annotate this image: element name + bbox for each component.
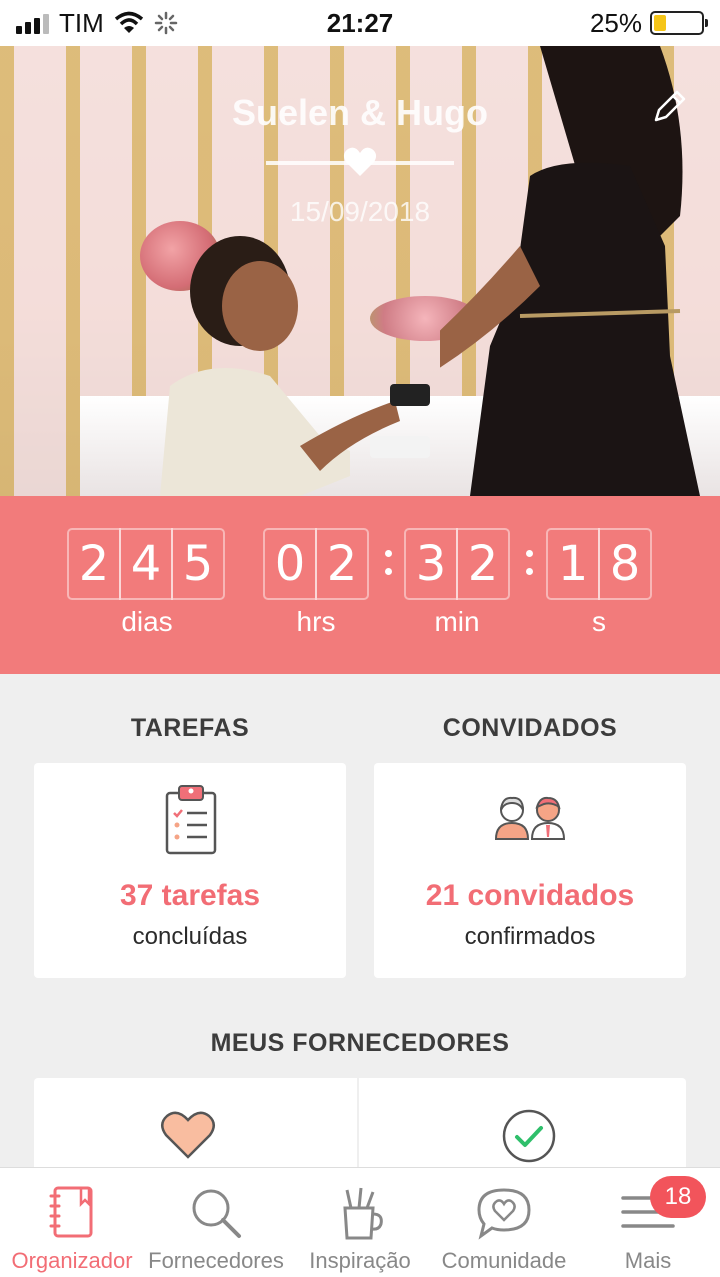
tab-label: Organizador <box>11 1248 133 1273</box>
seconds-label: s <box>592 606 606 637</box>
heart-icon <box>161 1111 215 1159</box>
vendors-heading: MEUS FORNECEDORES <box>210 1029 510 1057</box>
tab-organizador[interactable]: Organizador <box>0 1168 144 1277</box>
tab-label: Fornecedores <box>148 1248 284 1273</box>
tab-label: Comunidade <box>441 1248 567 1273</box>
countdown-digit: 2 <box>456 528 510 600</box>
countdown-panel: 2 4 5 0 2 3 2 1 8 dias hrs min s <box>0 496 720 674</box>
guests-card[interactable]: 21 convidados confirmados <box>374 763 686 978</box>
days-label: dias <box>121 606 173 637</box>
status-left: TIM <box>16 8 178 39</box>
tab-label: Mais <box>624 1248 672 1273</box>
status-right: 25% <box>589 7 708 39</box>
tasks-card[interactable]: 37 tarefas concluídas <box>34 763 346 978</box>
check-circle-icon <box>502 1109 556 1163</box>
tab-label: Inspiração <box>309 1248 411 1273</box>
bottom-tab-bar: Organizador Fornecedores Inspiração Comu… <box>0 1167 720 1277</box>
couple-guests-icon <box>494 796 566 840</box>
tab-mais[interactable]: 18 Mais <box>576 1168 720 1277</box>
wifi-icon <box>114 11 143 33</box>
clipboard-checklist-icon <box>165 785 217 855</box>
tasks-count: 37 tarefas <box>119 879 261 912</box>
guests-subtext: confirmados <box>464 923 596 950</box>
notebook-icon <box>49 1186 93 1238</box>
countdown-digit: 5 <box>171 528 225 600</box>
countdown-digit: 2 <box>315 528 369 600</box>
battery-icon <box>650 11 708 35</box>
chat-heart-icon <box>477 1188 531 1240</box>
hero-photo: Suelen & Hugo 15/09/2018 <box>0 46 720 496</box>
countdown-minutes: 3 2 <box>404 528 510 600</box>
couple-names: Suelen & Hugo <box>231 92 488 133</box>
tab-fornecedores[interactable]: Fornecedores <box>144 1168 288 1277</box>
carrier-name: TIM <box>59 7 104 38</box>
brush-cup-icon <box>343 1187 383 1240</box>
colon-separator <box>524 542 534 582</box>
pencil-icon[interactable] <box>650 88 688 126</box>
tab-comunidade[interactable]: Comunidade <box>432 1168 576 1277</box>
vendor-card-hired[interactable] <box>359 1078 686 1178</box>
countdown-digit: 0 <box>263 528 317 600</box>
countdown-digit: 8 <box>598 528 652 600</box>
countdown-digit: 1 <box>546 528 600 600</box>
kneeling-man-figure <box>160 236 430 496</box>
guests-count: 21 convidados <box>425 879 635 912</box>
status-bar: TIM 21:27 25% <box>0 0 720 46</box>
tasks-heading: TAREFAS <box>130 714 250 742</box>
countdown-digit: 4 <box>119 528 173 600</box>
countdown-days: 2 4 5 <box>67 528 225 600</box>
battery-percent: 25% <box>589 7 642 38</box>
heart-icon <box>343 147 377 176</box>
vendor-card-favorites[interactable] <box>34 1078 357 1178</box>
countdown-seconds: 1 8 <box>546 528 652 600</box>
tab-inspiracao[interactable]: Inspiração <box>288 1168 432 1277</box>
search-icon <box>192 1189 241 1238</box>
countdown-digit: 3 <box>404 528 458 600</box>
signal-icon <box>16 12 49 34</box>
countdown-hours: 0 2 <box>263 528 369 600</box>
wedding-date: 15/09/2018 <box>289 196 431 227</box>
hours-label: hrs <box>296 606 336 637</box>
colon-separator <box>383 542 393 582</box>
loading-spinner-icon <box>154 11 178 35</box>
guests-heading: CONVIDADOS <box>442 714 618 742</box>
countdown-digit: 2 <box>67 528 121 600</box>
minutes-label: min <box>434 606 480 637</box>
tasks-subtext: concluídas <box>132 923 248 950</box>
notification-badge: 18 <box>650 1176 706 1218</box>
